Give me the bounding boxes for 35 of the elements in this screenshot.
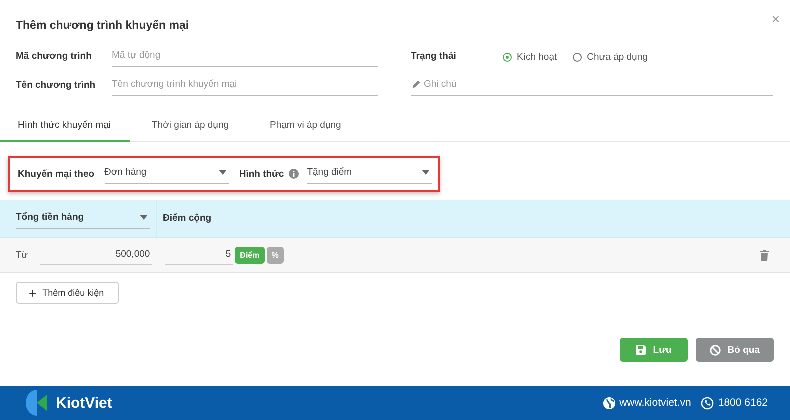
name-input[interactable]: Tên chương trình khuyến mại [112, 75, 378, 96]
caret-icon [140, 214, 148, 220]
add-condition-button[interactable]: + Thêm điều kiện [16, 282, 120, 304]
phone-number: 1800 6162 [718, 397, 768, 409]
caret-icon [219, 170, 228, 175]
field-label: Tên chương trình [16, 80, 96, 93]
field-label: Trạng thái [411, 51, 456, 64]
column-header: Điểm cộng [163, 213, 212, 224]
tab[interactable]: Hình thức khuyến mại [0, 120, 130, 142]
phone-icon [701, 396, 714, 410]
caret-icon [422, 170, 430, 175]
column-select[interactable]: Tổng tiền hàng [16, 208, 150, 228]
field-label: Mã chương trình [16, 51, 92, 64]
from-label: Từ [16, 250, 28, 260]
trash-icon[interactable] [760, 250, 769, 260]
note-input[interactable]: Ghi chú [411, 75, 773, 96]
points-input[interactable]: 5 [165, 246, 234, 264]
type-select[interactable]: Tặng điểm [307, 164, 432, 184]
brand-name: KiotViet [56, 394, 112, 412]
prohibited-icon [710, 344, 721, 356]
status-radio[interactable]: Kích hoạt [503, 52, 558, 63]
field-label: Hình thức [239, 168, 284, 180]
website-link[interactable]: www.kiotviet.vn [620, 397, 692, 409]
field-label: Khuyến mại theo [18, 168, 95, 180]
pencil-icon [412, 80, 421, 89]
promo-by-select[interactable]: Đơn hàng [104, 164, 230, 184]
logo-icon [26, 390, 48, 416]
amount-input[interactable]: 500,000 [40, 246, 152, 264]
info-icon [289, 169, 300, 179]
dialog-title: Thêm chương trình khuyến mại [16, 20, 190, 32]
code-input[interactable]: Mã tự động [112, 46, 378, 67]
tab[interactable]: Phạm vi áp dụng [250, 120, 390, 142]
tab[interactable]: Thời gian áp dụng [130, 120, 250, 142]
status-radio[interactable]: Chưa áp dụng [573, 52, 648, 63]
globe-icon [602, 396, 616, 410]
